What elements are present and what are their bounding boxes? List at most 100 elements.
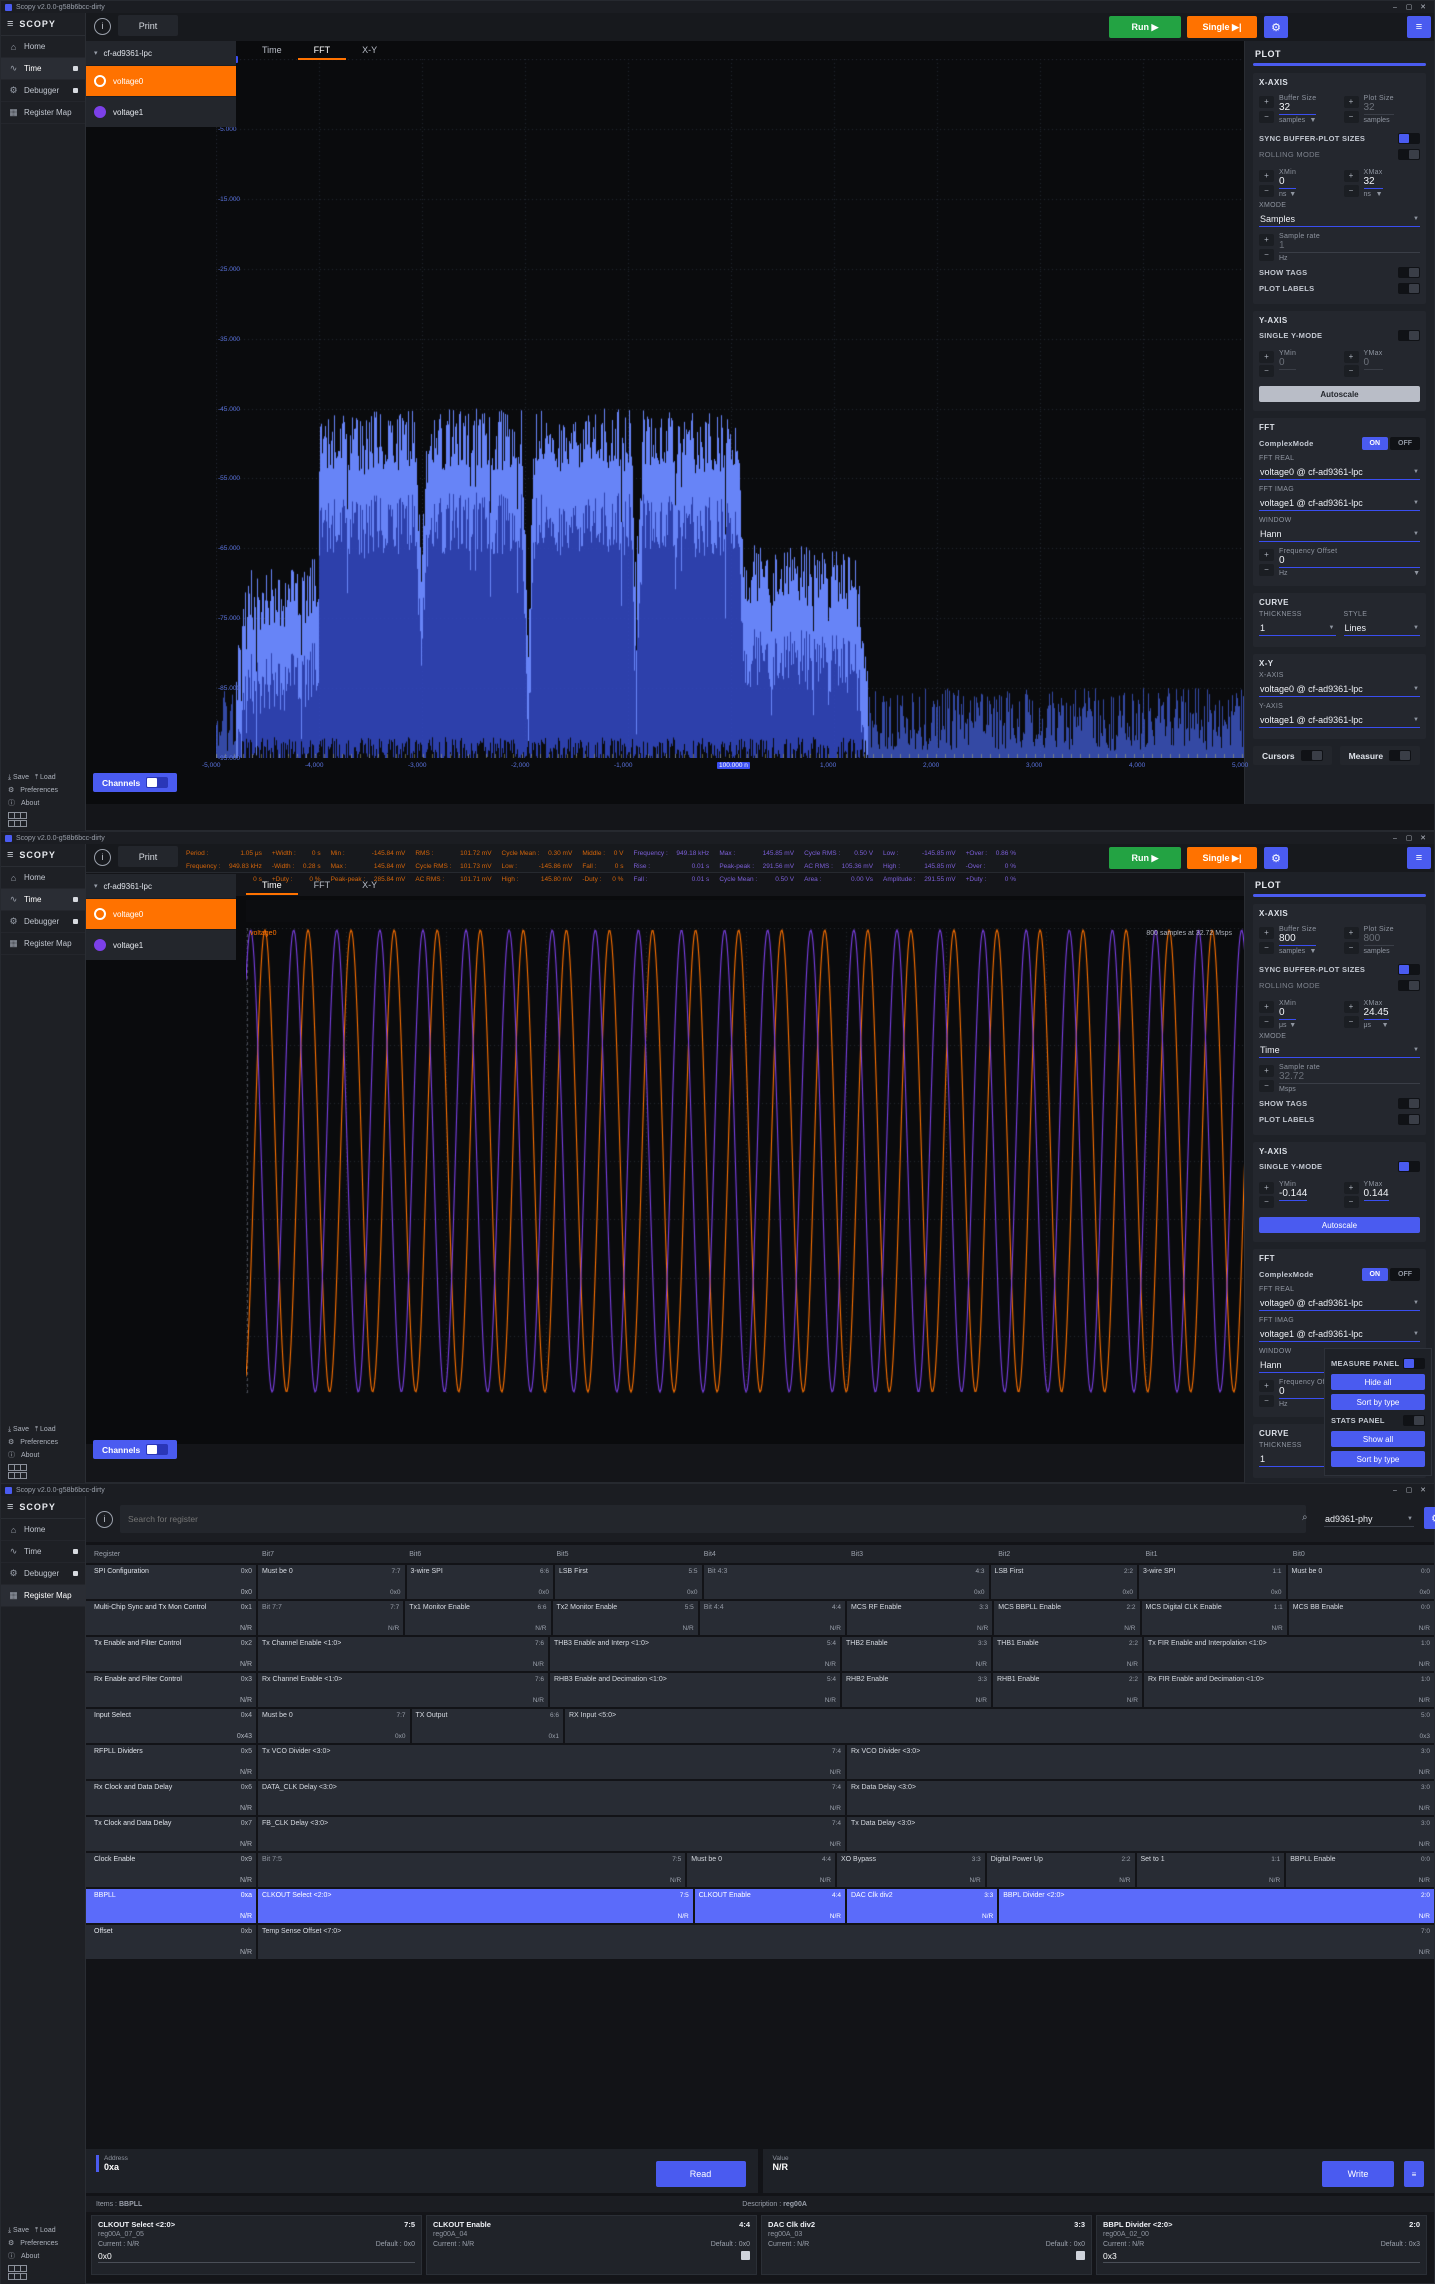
search-input[interactable] bbox=[120, 1505, 1306, 1533]
plus-icon[interactable]: + bbox=[1343, 351, 1359, 363]
write-options-button[interactable]: ≡ bbox=[1404, 2161, 1424, 2187]
channels-button[interactable]: Channels bbox=[93, 773, 178, 792]
register-row-multi-chip-sync-and-tx-mon-control[interactable]: Multi-Chip Sync and Tx Mon Control 0x1 N/R… bbox=[86, 1601, 1434, 1635]
gear-icon[interactable]: ⚙ bbox=[1264, 16, 1288, 38]
plus-icon[interactable]: + bbox=[1259, 351, 1274, 363]
field-select[interactable]: 0x3 bbox=[1103, 2251, 1420, 2263]
register-name-cell[interactable]: Offset 0xb N/R bbox=[86, 1925, 256, 1959]
sidebar-item-time[interactable]: ∿ Time bbox=[1, 889, 85, 911]
channel-item-voltage0[interactable]: voltage0 bbox=[86, 65, 236, 96]
bitfield-cell[interactable]: Bit 4:4 4:4 N/R bbox=[699, 1601, 845, 1635]
buffer-size-unit[interactable]: samples ▼ bbox=[1279, 948, 1316, 955]
fft-real-select[interactable]: voltage0 @ cf-ad9361-lpc ▼ bbox=[1259, 465, 1420, 480]
register-name-cell[interactable]: RFPLL Dividers 0x5 N/R bbox=[86, 1745, 256, 1779]
xmin-unit[interactable]: ns ▼ bbox=[1279, 191, 1296, 198]
plus-icon[interactable]: + bbox=[1259, 170, 1274, 182]
bitfield-cell[interactable]: Tx1 Monitor Enable 6:6 N/R bbox=[405, 1601, 551, 1635]
minus-icon[interactable]: − bbox=[1343, 1016, 1359, 1028]
plus-icon[interactable]: + bbox=[1343, 170, 1359, 182]
hamburger-icon[interactable]: ≡ bbox=[7, 18, 13, 30]
tab-time[interactable]: Time bbox=[246, 877, 298, 895]
register-name-cell[interactable]: Tx Clock and Data Delay 0x7 N/R bbox=[86, 1817, 256, 1851]
autoscale-button[interactable]: Autoscale bbox=[1259, 386, 1420, 402]
bitfield-cell[interactable]: CLKOUT Select <2:0> 7:5 N/R bbox=[258, 1889, 693, 1923]
fft-imag-select[interactable]: voltage1 @ cf-ad9361-lpc ▼ bbox=[1259, 1327, 1420, 1342]
bitfield-cell[interactable]: LSB First 5:5 0x0 bbox=[555, 1565, 702, 1599]
field-select[interactable]: 0x0 bbox=[98, 2251, 415, 2263]
close-button[interactable]: ✕ bbox=[1416, 834, 1430, 842]
load-icon[interactable]: ⤒ Load bbox=[35, 774, 56, 782]
sidebar-item-debugger[interactable]: ⚙ Debugger bbox=[1, 80, 85, 102]
minus-icon[interactable]: − bbox=[1259, 1395, 1274, 1407]
save-icon[interactable]: ⤓ Save bbox=[8, 2227, 29, 2235]
load-icon[interactable]: ⤒ Load bbox=[35, 2227, 56, 2235]
register-name-cell[interactable]: Clock Enable 0x9 N/R bbox=[86, 1853, 256, 1887]
sync-buffer-plot-toggle[interactable] bbox=[1398, 133, 1420, 144]
xmode-select[interactable]: Samples ▼ bbox=[1259, 212, 1420, 227]
register-name-cell[interactable]: Rx Enable and Filter Control 0x3 N/R bbox=[86, 1673, 256, 1707]
minus-icon[interactable]: − bbox=[1343, 185, 1359, 197]
time-canvas[interactable] bbox=[246, 928, 1246, 1394]
device-item-cf-ad9361-lpc[interactable]: ▾ cf-ad9361-lpc bbox=[86, 874, 236, 898]
register-row-spi-configuration[interactable]: SPI Configuration 0x0 0x0 Must be 0 7:7 0x0 3-… bbox=[86, 1565, 1434, 1599]
fft-imag-select[interactable]: voltage1 @ cf-ad9361-lpc ▼ bbox=[1259, 496, 1420, 511]
single-button[interactable]: Single ▶| bbox=[1187, 16, 1257, 38]
bitfield-cell[interactable]: Set to 1 1:1 N/R bbox=[1136, 1853, 1285, 1887]
ymax-stepper[interactable]: + − bbox=[1343, 1181, 1359, 1209]
minimize-button[interactable]: – bbox=[1388, 1487, 1402, 1494]
fft-canvas[interactable] bbox=[216, 59, 1246, 758]
channel-item-voltage1[interactable]: voltage1 bbox=[86, 96, 236, 127]
register-name-cell[interactable]: Rx Clock and Data Delay 0x6 N/R bbox=[86, 1781, 256, 1815]
xmin-stepper[interactable]: + − bbox=[1259, 1000, 1274, 1029]
register-row-input-select[interactable]: Input Select 0x4 0x43 Must be 0 7:7 0x0 TX Out… bbox=[86, 1709, 1434, 1743]
about-button[interactable]: ⓘ About bbox=[1, 2249, 85, 2263]
fft-real-select[interactable]: voltage0 @ cf-ad9361-lpc ▼ bbox=[1259, 1296, 1420, 1311]
sort-by-type-button[interactable]: Sort by type bbox=[1331, 1394, 1425, 1410]
bitfield-cell[interactable]: THB1 Enable 2:2 N/R bbox=[993, 1637, 1142, 1671]
bitfield-cell[interactable]: Must be 0 7:7 0x0 bbox=[258, 1565, 405, 1599]
sidebar-item-time[interactable]: ∿ Time bbox=[1, 1541, 85, 1563]
plot-labels-toggle[interactable] bbox=[1398, 283, 1420, 294]
tab-time[interactable]: Time bbox=[246, 42, 298, 60]
register-row-tx-enable-and-filter-control[interactable]: Tx Enable and Filter Control 0x2 N/R Tx Cha… bbox=[86, 1637, 1434, 1671]
preferences-button[interactable]: ⚙ Preferences bbox=[1, 2237, 85, 2249]
plot-navigator[interactable] bbox=[246, 900, 1246, 922]
complex-off[interactable]: OFF bbox=[1390, 1268, 1420, 1281]
plus-icon[interactable]: + bbox=[1343, 1182, 1359, 1194]
minimize-button[interactable]: – bbox=[1388, 835, 1402, 842]
ymax-value[interactable]: 0.144 bbox=[1363, 1188, 1389, 1201]
cursors-toggle[interactable] bbox=[1300, 750, 1323, 761]
register-name-cell[interactable]: BBPLL 0xa N/R bbox=[86, 1889, 256, 1923]
bitfield-cell[interactable]: FB_CLK Delay <3:0> 7:4 N/R bbox=[258, 1817, 845, 1851]
autoscale-button[interactable]: Autoscale bbox=[1259, 1217, 1420, 1233]
minus-icon[interactable]: − bbox=[1259, 564, 1274, 576]
register-row-bbpll[interactable]: BBPLL 0xa N/R CLKOUT Select <2:0> 7:5 N/R CLKO… bbox=[86, 1889, 1434, 1923]
channel-item-voltage1[interactable]: voltage1 bbox=[86, 929, 236, 960]
single-y-mode-toggle[interactable] bbox=[1398, 330, 1420, 341]
plus-icon[interactable]: + bbox=[1259, 96, 1274, 108]
bitfield-cell[interactable]: LSB First 2:2 0x0 bbox=[990, 1565, 1137, 1599]
register-name-cell[interactable]: Multi-Chip Sync and Tx Mon Control 0x1 N/R bbox=[86, 1601, 256, 1635]
minus-icon[interactable]: − bbox=[1343, 365, 1359, 377]
bitfield-cell[interactable]: MCS Digital CLK Enable 1:1 N/R bbox=[1141, 1601, 1287, 1635]
gear-icon[interactable]: ⚙ bbox=[1264, 847, 1288, 869]
time-plot-area[interactable]: voltage0 800 samples at 32.72 Msps bbox=[86, 896, 1246, 1444]
maximize-button[interactable]: ▢ bbox=[1402, 1486, 1416, 1494]
thickness-select[interactable]: 1▼ bbox=[1259, 621, 1336, 636]
xmax-value[interactable]: 24.45 bbox=[1363, 1007, 1389, 1020]
buffer-size-stepper[interactable]: + − bbox=[1259, 926, 1274, 955]
load-icon[interactable]: ⤒ Load bbox=[35, 1426, 56, 1434]
sidebar-item-register-map[interactable]: ▦ Register Map bbox=[1, 1585, 85, 1607]
fft-window-select[interactable]: Hann ▼ bbox=[1259, 527, 1420, 542]
plot-labels-toggle[interactable] bbox=[1398, 1114, 1420, 1125]
sample-rate-stepper[interactable]: + − bbox=[1259, 233, 1274, 262]
register-name-cell[interactable]: Tx Enable and Filter Control 0x2 N/R bbox=[86, 1637, 256, 1671]
bitfield-cell[interactable]: RHB3 Enable and Decimation <1:0> 5:4 N/R bbox=[550, 1673, 840, 1707]
maximize-button[interactable]: ▢ bbox=[1402, 3, 1416, 11]
register-row-rfpll-dividers[interactable]: RFPLL Dividers 0x5 N/R Tx VCO Divider <3:0>… bbox=[86, 1745, 1434, 1779]
plus-icon[interactable]: + bbox=[1259, 927, 1274, 939]
bitfield-cell[interactable]: Bit 7:5 7:5 N/R bbox=[258, 1853, 686, 1887]
info-icon[interactable]: i bbox=[96, 1511, 113, 1528]
bitfield-cell[interactable]: 3-wire SPI 6:6 0x0 bbox=[406, 1565, 553, 1599]
hamburger-icon[interactable]: ≡ bbox=[7, 849, 13, 861]
